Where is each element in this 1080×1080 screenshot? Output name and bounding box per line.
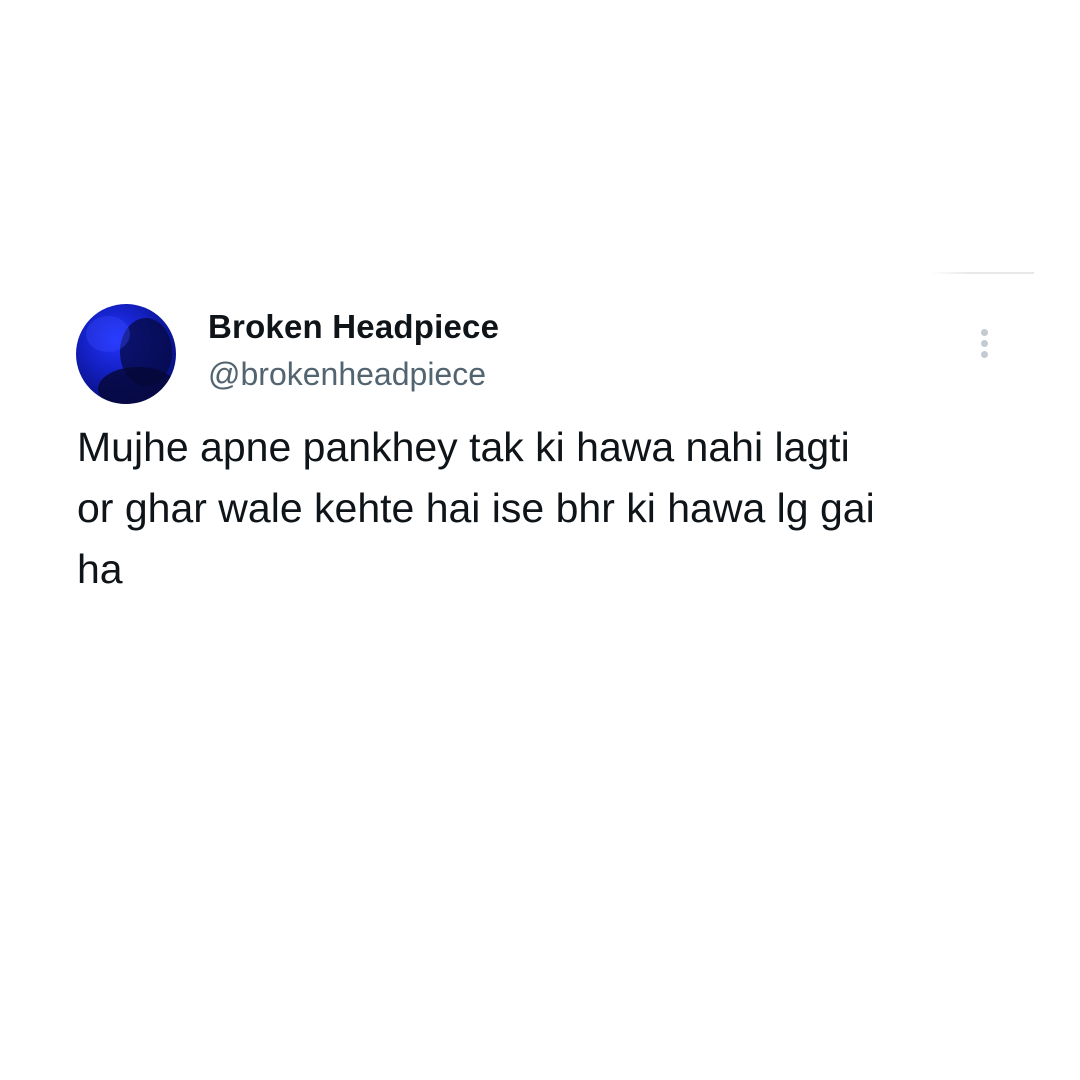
- more-vertical-icon: [981, 329, 988, 336]
- tweet-text-line: or ghar wale kehte hai ise bhr ki hawa l…: [77, 485, 875, 531]
- username-handle[interactable]: @brokenheadpiece: [208, 356, 486, 393]
- profile-avatar-icon: [86, 316, 176, 404]
- display-name[interactable]: Broken Headpiece: [208, 308, 499, 346]
- more-vertical-icon: [981, 340, 988, 347]
- more-vertical-icon: [981, 351, 988, 358]
- avatar[interactable]: [76, 304, 176, 404]
- tweet-text-line: Mujhe apne pankhey tak ki hawa nahi lagt…: [77, 424, 850, 470]
- more-options-button[interactable]: [970, 322, 1000, 366]
- tweet-text: Mujhe apne pankhey tak ki hawa nahi lagt…: [77, 417, 1007, 600]
- divider: [930, 272, 1034, 274]
- tweet-text-line: ha: [77, 546, 123, 592]
